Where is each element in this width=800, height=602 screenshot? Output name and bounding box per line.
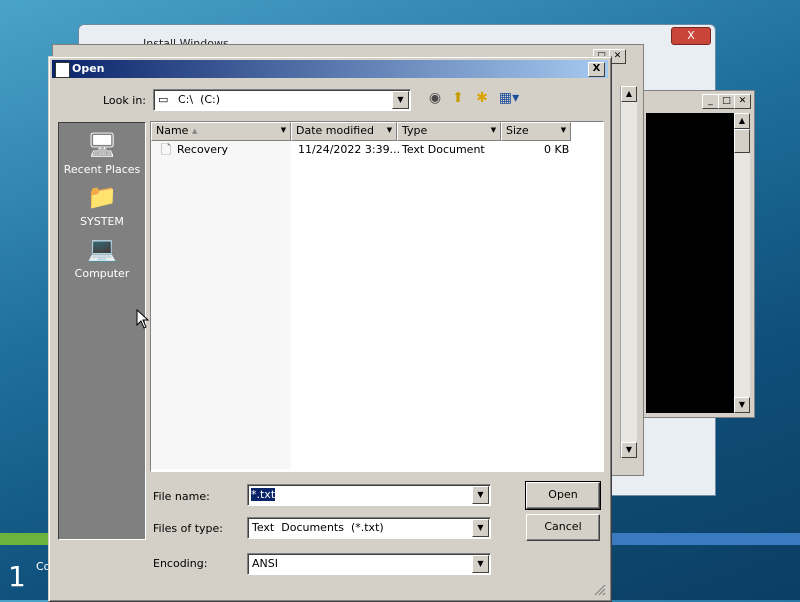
chevron-down-icon[interactable]: ▼ bbox=[558, 124, 569, 137]
scroll-down-arrow-icon[interactable]: ▼ bbox=[734, 397, 750, 413]
open-button[interactable]: Open bbox=[525, 481, 601, 510]
drive-icon: ▭ bbox=[158, 93, 169, 106]
scroll-thumb[interactable] bbox=[734, 129, 750, 153]
place-label: Recent Places bbox=[63, 163, 141, 176]
scroll-down-arrow-icon[interactable]: ▼ bbox=[621, 442, 637, 458]
notepad-app-icon bbox=[55, 62, 70, 78]
sorted-column-shade bbox=[151, 141, 291, 469]
chevron-down-icon[interactable]: ▼ bbox=[384, 124, 395, 137]
cmd-console-area[interactable] bbox=[646, 113, 734, 413]
chevron-down-icon[interactable]: ▼ bbox=[472, 486, 489, 504]
file-row[interactable]: 🗋 Recovery 11/24/2022 3:39... Text Docum… bbox=[157, 141, 597, 158]
files-of-type-value: Text Documents (*.txt) bbox=[252, 521, 384, 534]
new-folder-icon[interactable]: ✱ bbox=[472, 88, 492, 108]
chevron-down-icon[interactable]: ▼ bbox=[488, 124, 499, 137]
text-document-icon: 🗋 bbox=[161, 143, 172, 158]
scroll-up-arrow-icon[interactable]: ▲ bbox=[734, 113, 750, 129]
chevron-down-icon[interactable]: ▼ bbox=[472, 555, 489, 573]
recent-places-icon: 🖥 bbox=[87, 131, 118, 159]
column-label: Name bbox=[156, 124, 189, 137]
sort-ascending-icon: ▲ bbox=[192, 127, 198, 135]
column-header-size[interactable]: Size ▼ bbox=[501, 122, 571, 141]
notepad-scrollbar[interactable]: ▲ ▼ bbox=[620, 86, 637, 458]
file-list[interactable]: Name ▲ ▼ Date modified ▼ Type ▼ Size ▼ 🗋… bbox=[150, 121, 604, 472]
column-label: Date modified bbox=[296, 124, 374, 137]
view-menu-icon[interactable]: ▦▾ bbox=[496, 88, 522, 108]
dialog-title-bar[interactable]: Open X bbox=[52, 60, 608, 78]
scroll-up-arrow-icon[interactable]: ▲ bbox=[621, 86, 637, 102]
setup-step-number: 1 bbox=[8, 560, 26, 593]
chevron-down-icon[interactable]: ▼ bbox=[278, 124, 289, 137]
column-header-date[interactable]: Date modified ▼ bbox=[291, 122, 397, 141]
computer-icon: 💻 bbox=[87, 235, 117, 263]
dialog-title: Open bbox=[72, 62, 105, 75]
place-label: SYSTEM bbox=[80, 215, 124, 228]
column-label: Type bbox=[402, 124, 428, 137]
resize-grip-icon[interactable] bbox=[592, 582, 606, 596]
column-header-type[interactable]: Type ▼ bbox=[397, 122, 501, 141]
command-window: _ □ ✕ ▲ ▼ bbox=[643, 90, 755, 418]
user-folder-icon: 📁 bbox=[87, 183, 117, 211]
files-of-type-label: Files of type: bbox=[153, 522, 224, 535]
files-of-type-select[interactable]: Text Documents (*.txt) ▼ bbox=[247, 517, 491, 539]
look-in-label: Look in: bbox=[103, 94, 146, 107]
chevron-down-icon[interactable]: ▼ bbox=[392, 91, 409, 109]
look-in-value: C:\ (C:) bbox=[178, 93, 221, 106]
place-computer[interactable]: 💻 Computer bbox=[59, 233, 145, 280]
encoding-label: Encoding: bbox=[153, 557, 208, 570]
file-size: 0 KB bbox=[544, 143, 570, 156]
cmd-close-button[interactable]: ✕ bbox=[734, 94, 751, 109]
up-folder-icon[interactable]: ⬆ bbox=[448, 88, 468, 108]
file-date: 11/24/2022 3:39... bbox=[298, 143, 401, 156]
file-name-label: File name: bbox=[153, 490, 210, 503]
place-label: Computer bbox=[74, 267, 130, 280]
file-name-value: *.txt bbox=[251, 488, 276, 501]
cmd-maximize-button[interactable]: □ bbox=[718, 94, 735, 109]
file-type: Text Document bbox=[402, 143, 485, 156]
back-icon[interactable]: ◉ bbox=[425, 88, 445, 108]
column-label: Size bbox=[506, 124, 529, 137]
cmd-scrollbar[interactable]: ▲ ▼ bbox=[734, 113, 750, 413]
place-system[interactable]: 📁 SYSTEM bbox=[59, 181, 145, 228]
place-recent-places[interactable]: 🖥 Recent Places bbox=[59, 129, 145, 176]
install-close-button[interactable]: X bbox=[671, 27, 711, 45]
chevron-down-icon[interactable]: ▼ bbox=[472, 519, 489, 537]
cancel-button[interactable]: Cancel bbox=[526, 514, 600, 541]
places-bar: 🖥 Recent Places 📁 SYSTEM 💻 Computer bbox=[58, 122, 146, 540]
encoding-value: ANSI bbox=[252, 557, 278, 570]
encoding-select[interactable]: ANSI ▼ bbox=[247, 553, 491, 575]
mouse-cursor-icon bbox=[136, 308, 150, 332]
file-name-input[interactable]: *.txt ▼ bbox=[247, 484, 491, 506]
look-in-combo[interactable]: ▭ C:\ (C:) ▼ bbox=[153, 89, 411, 111]
cmd-minimize-button[interactable]: _ bbox=[702, 94, 719, 109]
file-name: Recovery bbox=[177, 143, 229, 156]
dialog-close-button[interactable]: X bbox=[588, 62, 605, 77]
column-header-name[interactable]: Name ▲ ▼ bbox=[151, 122, 291, 141]
